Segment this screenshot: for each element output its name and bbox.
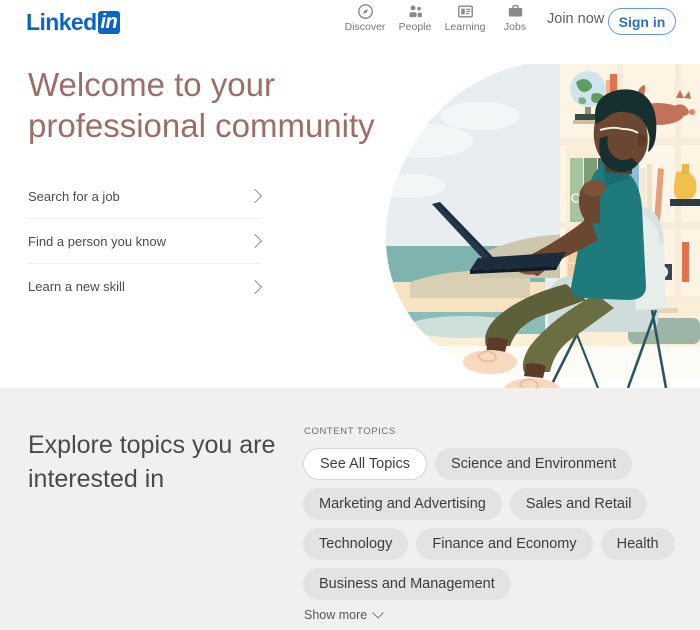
topic-pill-see-all-topics[interactable]: See All Topics bbox=[303, 448, 428, 480]
nav-label-learning: Learning bbox=[444, 21, 486, 33]
nav-label-discover: Discover bbox=[344, 21, 386, 33]
chevron-right-icon bbox=[247, 279, 263, 294]
topic-pill-science-and-environment[interactable]: Science and Environment bbox=[435, 448, 633, 480]
hero-link-search-job[interactable]: Search for a job bbox=[28, 174, 263, 219]
logo-text: Linked bbox=[26, 9, 97, 35]
people-icon bbox=[407, 2, 424, 20]
chevron-right-icon bbox=[247, 188, 263, 204]
hero-link-list: Search for a job Find a person you know … bbox=[28, 174, 263, 309]
hero-section: Welcome to your professional community S… bbox=[0, 46, 700, 388]
logo-in-badge: in bbox=[97, 11, 121, 34]
nav-item-people[interactable]: People bbox=[390, 2, 440, 33]
sign-in-button[interactable]: Sign in bbox=[608, 8, 676, 35]
nav-item-learning[interactable]: Learning bbox=[440, 2, 490, 33]
nav-label-people: People bbox=[398, 21, 432, 33]
nav-item-discover[interactable]: Discover bbox=[340, 2, 390, 33]
chevron-right-icon bbox=[247, 233, 263, 249]
linkedin-landing-page: Linked in Discover People Learning Jobs … bbox=[0, 0, 700, 630]
hero-title: Welcome to your professional community bbox=[28, 66, 375, 144]
join-now-link[interactable]: Join now bbox=[547, 11, 604, 27]
compass-icon bbox=[357, 2, 374, 20]
topic-pill-technology[interactable]: Technology bbox=[303, 528, 409, 560]
hero-illustration bbox=[370, 46, 700, 388]
content-topics-label: CONTENT TOPICS bbox=[304, 426, 396, 437]
linkedin-logo[interactable]: Linked in bbox=[26, 9, 121, 36]
learning-icon bbox=[457, 2, 474, 20]
primary-nav: Discover People Learning Jobs bbox=[340, 2, 540, 33]
hero-link-learn-skill[interactable]: Learn a new skill bbox=[28, 264, 263, 309]
topic-pill-business-and-management[interactable]: Business and Management bbox=[303, 568, 511, 600]
topic-pill-health[interactable]: Health bbox=[600, 528, 675, 560]
hero-link-label: Learn a new skill bbox=[28, 279, 125, 294]
topics-heading: Explore topics you are interested in bbox=[28, 431, 276, 493]
site-header: Linked in Discover People Learning Jobs … bbox=[0, 0, 700, 46]
nav-label-jobs: Jobs bbox=[503, 21, 527, 33]
nav-item-jobs[interactable]: Jobs bbox=[490, 2, 540, 33]
hero-link-label: Search for a job bbox=[28, 188, 120, 204]
show-more-label: Show more bbox=[304, 608, 368, 622]
hero-link-label: Find a person you know bbox=[28, 233, 167, 249]
chevron-down-icon bbox=[372, 607, 384, 619]
topic-pill-finance-and-economy[interactable]: Finance and Economy bbox=[416, 528, 593, 560]
hero-link-find-person[interactable]: Find a person you know bbox=[28, 219, 263, 264]
topic-pill-marketing-and-advertising[interactable]: Marketing and Advertising bbox=[303, 488, 502, 520]
topic-pill-sales-and-retail[interactable]: Sales and Retail bbox=[509, 488, 648, 520]
show-more-button[interactable]: Show more bbox=[304, 607, 384, 622]
briefcase-icon bbox=[507, 2, 524, 20]
topic-pill-list: See All Topics Science and Environment M… bbox=[303, 448, 693, 600]
